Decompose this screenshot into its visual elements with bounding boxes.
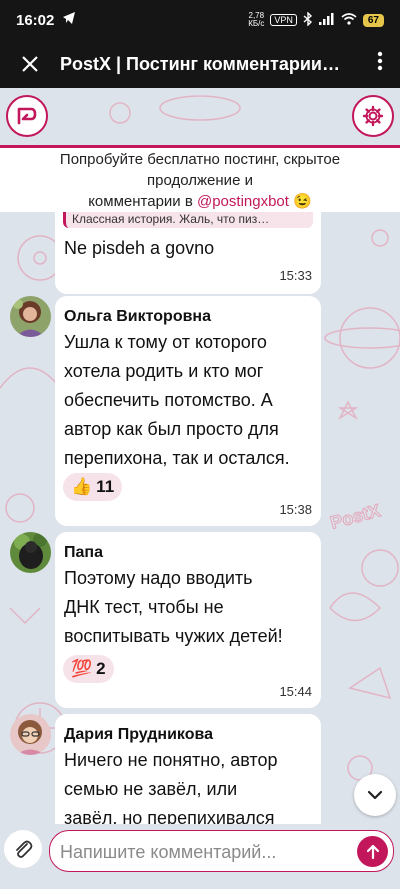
thumbs-up-icon: 👍 <box>71 477 93 496</box>
promo-line-1: Попробуйте бесплатно постинг, скрытое <box>59 151 341 168</box>
status-bar: 16:02 2,78 КБ/с VPN 67 <box>0 0 400 40</box>
signal-icon <box>318 12 335 28</box>
promo-banner: Попробуйте бесплатно постинг, скрытое пр… <box>0 148 400 212</box>
comment-text: Поэтому надо вводить ДНК тест, чтобы не … <box>64 568 283 646</box>
comment-input-box <box>49 830 394 872</box>
status-time: 16:02 <box>16 11 55 29</box>
comment-time: 15:33 <box>279 268 312 283</box>
wink-emoji: 😉 <box>293 193 312 210</box>
reaction-count: 11 <box>96 477 115 496</box>
reaction-hundred[interactable]: 💯 2 <box>63 655 114 683</box>
avatar[interactable] <box>10 296 51 337</box>
attach-paperclip-icon[interactable] <box>4 830 42 868</box>
postx-logo-button[interactable] <box>6 95 48 137</box>
comments-area: PostX Попробуйте бесплатно постинг, скры… <box>0 88 400 889</box>
comment-text: Ничего не понятно, автор семью не завёл,… <box>64 750 278 828</box>
comment-time: 15:38 <box>279 502 312 517</box>
svg-text:PostX: PostX <box>328 500 382 533</box>
comment-time: 15:44 <box>279 684 312 699</box>
close-icon[interactable] <box>0 49 60 80</box>
more-menu-icon[interactable] <box>360 51 400 77</box>
reply-preview[interactable]: Классная история. Жаль, что пиз… <box>63 212 313 228</box>
author-name[interactable]: Папа <box>64 544 103 562</box>
avatar[interactable] <box>10 532 51 573</box>
reaction-thumbs-up[interactable]: 👍 11 <box>63 473 123 501</box>
comment-input[interactable] <box>60 839 350 865</box>
comment-composer <box>0 824 400 889</box>
wifi-icon <box>341 12 357 28</box>
page-title: PostX | Постинг комментарии… <box>60 53 341 74</box>
chevron-down-icon <box>367 790 383 800</box>
reaction-count: 2 <box>96 659 106 678</box>
comment-text: Ушла к тому от которого хотела родить и … <box>64 332 290 468</box>
send-button[interactable] <box>357 836 388 867</box>
postingxbot-link[interactable]: @postingxbot <box>197 193 289 210</box>
comment-bubble[interactable]: Папа Поэтому надо вводить ДНК тест, чтоб… <box>55 532 321 708</box>
hundred-points-icon: 💯 <box>71 659 93 678</box>
bluetooth-icon <box>303 10 313 29</box>
avatar[interactable] <box>10 714 51 755</box>
settings-gear-icon[interactable] <box>352 95 394 137</box>
scroll-down-button[interactable] <box>354 774 396 816</box>
vpn-badge: VPN <box>270 14 297 26</box>
author-name[interactable]: Дария Прудникова <box>64 726 213 744</box>
telegram-icon <box>62 11 76 29</box>
promo-line-2: продолжение и <box>147 172 253 189</box>
comment-bubble[interactable]: Классная история. Жаль, что пиз… Ne pisd… <box>55 212 321 294</box>
comment-text: Ne pisdeh a govno <box>64 238 215 258</box>
battery-indicator: 67 <box>362 13 384 27</box>
arrow-up-icon <box>366 844 379 859</box>
app-bar: PostX | Постинг комментарии… <box>0 40 400 88</box>
net-speed: 2,78 КБ/с <box>248 11 265 28</box>
top-controls <box>0 88 400 148</box>
comment-bubble[interactable]: Ольга Викторовна Ушла к тому от которого… <box>55 296 321 526</box>
author-name[interactable]: Ольга Викторовна <box>64 308 211 326</box>
promo-line-3: комментарии в @postingxbot 😉 <box>88 193 312 210</box>
